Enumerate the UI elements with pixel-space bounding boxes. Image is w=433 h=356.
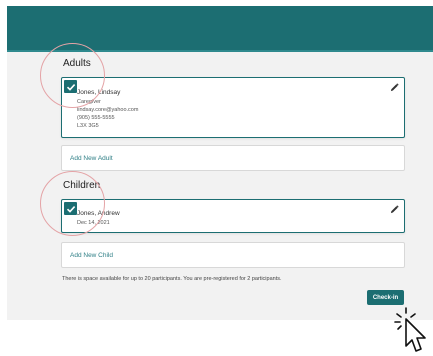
highlight-circle <box>40 43 105 108</box>
adult-member-postal: L3X 3G5 <box>77 123 99 129</box>
capacity-notice: There is space available for up to 20 pa… <box>62 276 282 282</box>
adult-member-phone: (905) 555-5555 <box>77 115 115 121</box>
adult-member-email: lindsay.core@yahoo.com <box>77 107 139 113</box>
highlight-circle <box>40 171 105 236</box>
add-new-child-button[interactable]: Add New Child <box>61 242 405 268</box>
add-new-adult-button[interactable]: Add New Adult <box>61 145 405 171</box>
add-new-adult-label[interactable]: Add New Adult <box>70 155 113 162</box>
check-in-button[interactable]: Check-in <box>367 290 404 305</box>
adult-member-card[interactable]: Jones, Lindsay Caregiver lindsay.core@ya… <box>61 77 405 138</box>
pointer-cursor-icon <box>394 306 430 354</box>
pencil-icon[interactable] <box>390 83 399 92</box>
child-member-card[interactable]: Jones, Andrew Dec 14, 2021 <box>61 199 405 233</box>
add-new-child-label[interactable]: Add New Child <box>70 252 113 259</box>
pencil-icon[interactable] <box>390 205 399 214</box>
